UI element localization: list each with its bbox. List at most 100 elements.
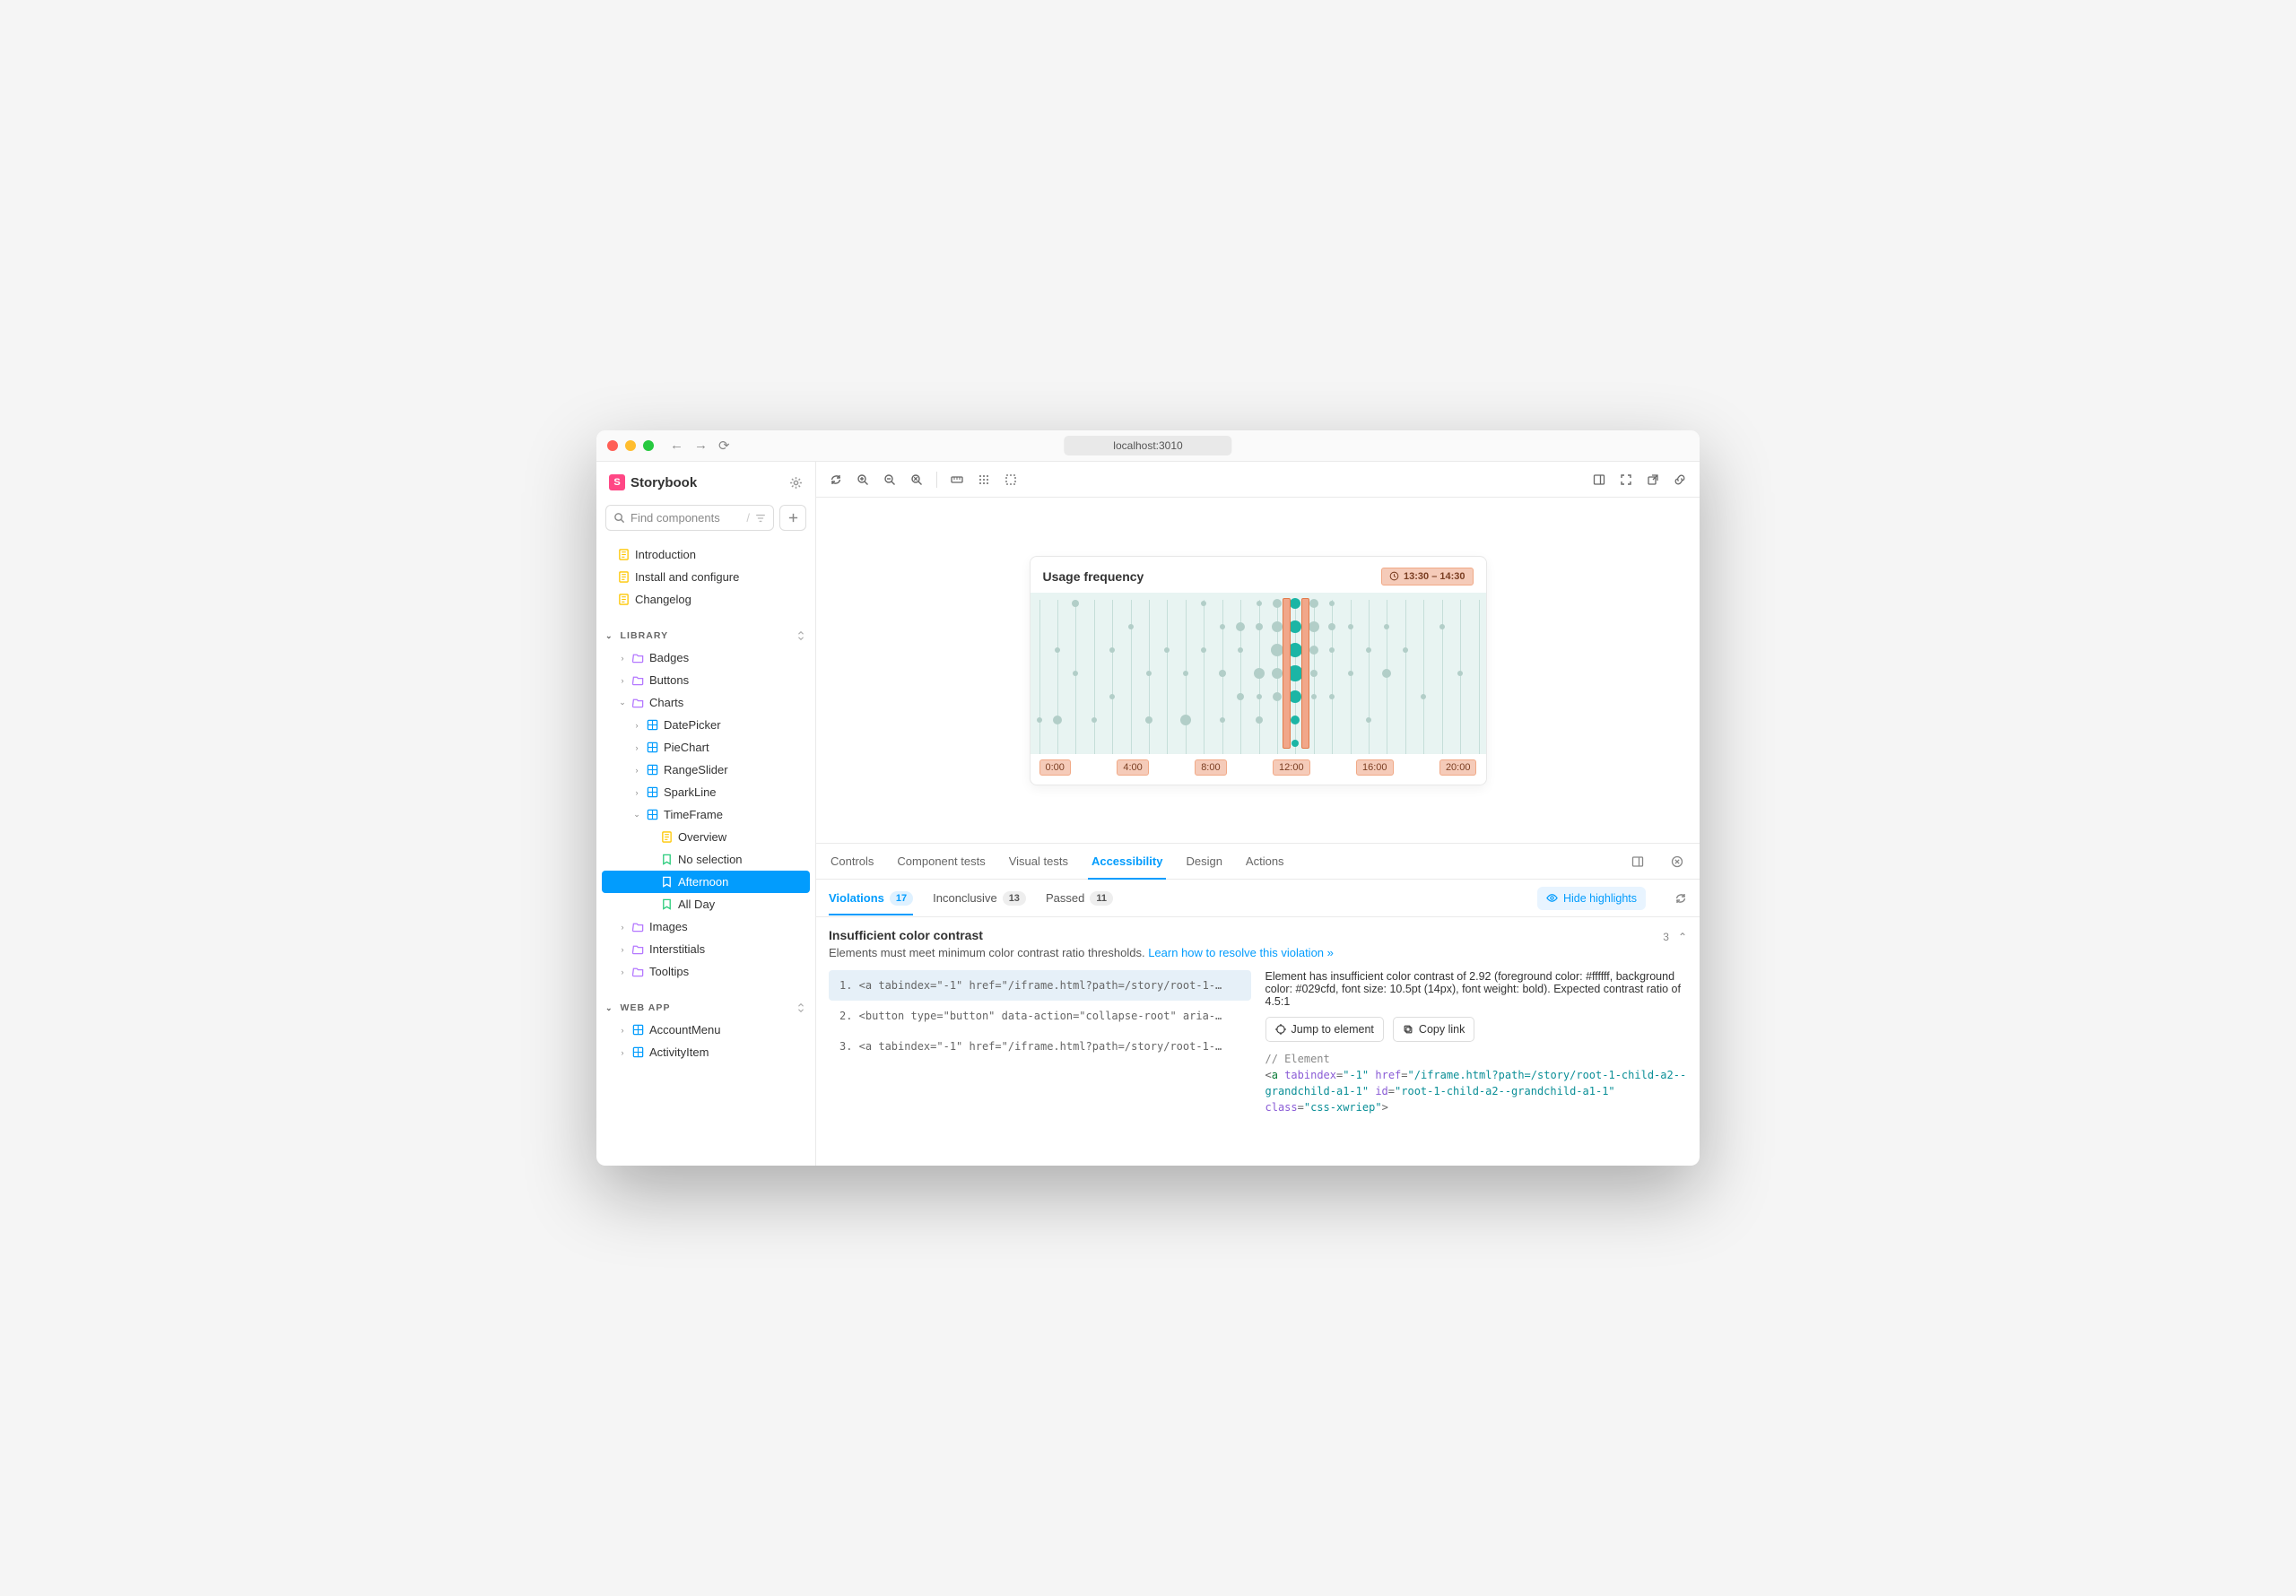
doc-icon [618, 549, 630, 560]
sidebar-item-datepicker[interactable]: ›DatePicker [602, 714, 810, 736]
maximize-window-button[interactable] [643, 440, 654, 451]
sidebar-item-sparkline[interactable]: ›SparkLine [602, 781, 810, 803]
storybook-logo-icon: S [609, 474, 625, 490]
addon-tab-design[interactable]: Design [1184, 844, 1223, 879]
rerun-a11y-button[interactable] [1674, 892, 1687, 905]
component-icon [632, 1024, 644, 1036]
addon-tab-actions[interactable]: Actions [1244, 844, 1286, 879]
minimize-window-button[interactable] [625, 440, 636, 451]
sort-icon [796, 630, 806, 641]
storybook-logo[interactable]: S Storybook [609, 474, 697, 490]
folder-icon [632, 966, 644, 977]
sidebar-item-piechart[interactable]: ›PieChart [602, 736, 810, 759]
outline-button[interactable] [1004, 473, 1018, 487]
target-icon [1275, 1024, 1286, 1035]
section-webapp[interactable]: ⌄ WEB APP [596, 993, 815, 1019]
violation-element-row[interactable]: 2. <button type="button" data-action="co… [829, 1001, 1251, 1031]
sidebar-item-interstitials[interactable]: ›Interstitials [602, 938, 810, 960]
component-icon [647, 786, 658, 798]
settings-button[interactable] [789, 476, 803, 490]
copy-link-button[interactable] [1673, 473, 1687, 487]
range-handle-start[interactable] [1283, 598, 1291, 749]
sidebar-item-accountmenu[interactable]: ›AccountMenu [602, 1019, 810, 1041]
component-icon [647, 809, 658, 820]
addon-tabs: Controls Component tests Visual tests Acces… [816, 844, 1700, 880]
doc-icon [618, 594, 630, 605]
nav-reload-button[interactable]: ⟳ [718, 438, 730, 454]
measure-button[interactable] [950, 473, 964, 487]
titlebar: ← → ⟳ localhost:3010 [596, 430, 1700, 462]
addon-tab-component-tests[interactable]: Component tests [895, 844, 987, 879]
sort-icon [796, 1002, 806, 1013]
sidebar-item-images[interactable]: ›Images [602, 915, 810, 938]
filter-icon [755, 513, 766, 524]
doc-icon [618, 571, 630, 583]
violation-element-row[interactable]: 3. <a tabindex="-1" href="/iframe.html?p… [829, 1031, 1251, 1062]
toggle-panel-pos-button[interactable] [1628, 855, 1648, 868]
search-input[interactable]: Find components / [605, 505, 774, 531]
app-window: ← → ⟳ localhost:3010 S Storybook Find co… [596, 430, 1700, 1166]
sidebar-item-overview[interactable]: Overview [602, 826, 810, 848]
dot-chart[interactable] [1031, 593, 1486, 754]
zoom-reset-button[interactable] [909, 473, 924, 487]
url-bar[interactable]: localhost:3010 [1064, 436, 1231, 455]
component-icon [647, 764, 658, 776]
learn-more-link[interactable]: Learn how to resolve this violation » [1148, 946, 1334, 959]
sidebar-item-rangeslider[interactable]: ›RangeSlider [602, 759, 810, 781]
close-window-button[interactable] [607, 440, 618, 451]
time-tick: 20:00 [1439, 759, 1477, 776]
sidebar-doc-item[interactable]: Introduction [602, 543, 810, 566]
nav-forward-button[interactable]: → [694, 438, 708, 454]
a11y-subtabs: Violations 17 Inconclusive 13 Passed 11 Hi… [816, 880, 1700, 917]
timeframe-component: Usage frequency 13:30 – 14:30 0:004:008:… [1030, 556, 1487, 785]
fullscreen-button[interactable] [1619, 473, 1633, 487]
sidebar-item-activityitem[interactable]: ›ActivityItem [602, 1041, 810, 1063]
addon-tab-visual-tests[interactable]: Visual tests [1007, 844, 1070, 879]
sidebar: S Storybook Find components / Introducti… [596, 462, 816, 1166]
toggle-addons-button[interactable] [1592, 473, 1606, 487]
sidebar-item-all-day[interactable]: All Day [602, 893, 810, 915]
a11y-detail: Insufficient color contrast 3 ⌃ Elements… [816, 917, 1700, 1166]
collapse-rule-button[interactable]: ⌃ [1678, 931, 1687, 943]
addon-tab-accessibility[interactable]: Accessibility [1090, 844, 1165, 879]
jump-to-element-button[interactable]: Jump to element [1265, 1017, 1384, 1042]
folder-icon [632, 674, 644, 686]
sidebar-item-tooltips[interactable]: ›Tooltips [602, 960, 810, 983]
a11y-subtab-violations[interactable]: Violations 17 [829, 882, 913, 915]
zoom-in-button[interactable] [856, 473, 870, 487]
range-handle-end[interactable] [1301, 598, 1309, 749]
sidebar-doc-item[interactable]: Changelog [602, 588, 810, 611]
element-source-code: // Element <a tabindex="-1" href="/ifram… [1265, 1051, 1688, 1115]
component-icon [647, 719, 658, 731]
close-panel-button[interactable] [1667, 855, 1687, 868]
component-icon [647, 742, 658, 753]
sidebar-doc-item[interactable]: Install and configure [602, 566, 810, 588]
folder-icon [632, 652, 644, 664]
copy-link-button-detail[interactable]: Copy link [1393, 1017, 1474, 1042]
new-story-button[interactable] [779, 505, 806, 531]
addon-tab-controls[interactable]: Controls [829, 844, 875, 879]
remount-button[interactable] [829, 473, 843, 487]
section-library[interactable]: ⌄ LIBRARY [596, 621, 815, 646]
sidebar-item-badges[interactable]: ›Badges [602, 646, 810, 669]
zoom-out-button[interactable] [883, 473, 897, 487]
preview-canvas: Usage frequency 13:30 – 14:30 0:004:008:… [816, 498, 1700, 843]
violation-element-list: 1. <a tabindex="-1" href="/iframe.html?p… [829, 970, 1251, 1115]
nav-back-button[interactable]: ← [670, 438, 683, 454]
sidebar-item-buttons[interactable]: ›Buttons [602, 669, 810, 691]
rule-title: Insufficient color contrast [829, 928, 983, 942]
sidebar-item-afternoon[interactable]: Afternoon [602, 871, 810, 893]
hide-highlights-button[interactable]: Hide highlights [1537, 887, 1646, 910]
doc-icon [661, 831, 673, 843]
open-isolate-button[interactable] [1646, 473, 1660, 487]
rule-count: 3 [1663, 931, 1669, 943]
violation-element-row[interactable]: 1. <a tabindex="-1" href="/iframe.html?p… [829, 970, 1251, 1001]
time-tick: 8:00 [1195, 759, 1226, 776]
sidebar-item-no-selection[interactable]: No selection [602, 848, 810, 871]
story-icon [661, 876, 673, 888]
sidebar-item-charts[interactable]: ⌄Charts [602, 691, 810, 714]
grid-button[interactable] [977, 473, 991, 487]
a11y-subtab-passed[interactable]: Passed 11 [1046, 882, 1113, 915]
sidebar-item-timeframe[interactable]: ⌄TimeFrame [602, 803, 810, 826]
a11y-subtab-inconclusive[interactable]: Inconclusive 13 [933, 882, 1026, 915]
